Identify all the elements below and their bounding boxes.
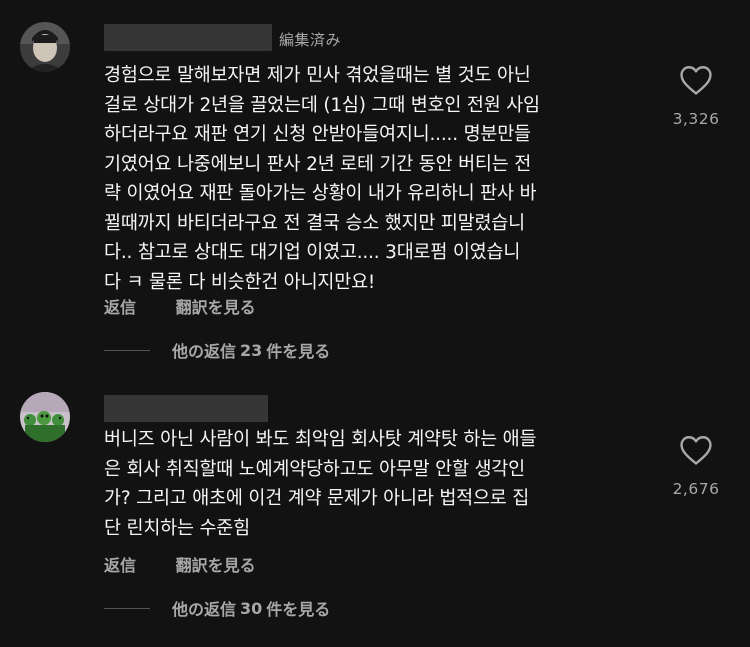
view-replies-count: 23 (240, 340, 263, 360)
view-replies-prefix: 他の返信 (172, 600, 237, 619)
heart-outline-icon[interactable] (679, 64, 713, 96)
comment-line: 은 회사 취직할때 노예계약당하고도 아무말 안할 생각인 (104, 458, 525, 480)
view-replies-suffix: 件を見る (266, 600, 331, 619)
comment-actions: 返信 翻訳を見る (104, 294, 290, 318)
view-replies-count: 30 (240, 598, 263, 618)
comment-line: 략 이였어요 재판 돌아가는 상황이 내가 유리하니 판사 바 (104, 183, 537, 204)
heart-outline-icon[interactable] (679, 434, 713, 466)
comment-line: 하더라구요 재판 연기 신청 안받아들여지니..... 명분만들 (104, 124, 531, 145)
comment-line: 다.. 참고로 상대도 대기업 이였고.... 3대로펌 이였습니 (104, 242, 521, 263)
view-replies-button[interactable]: 他の返信 30 件を見る (104, 596, 330, 620)
comment-text: 버니즈 아닌 사람이 봐도 최악임 회사탓 계약탓 하는 애들 은 회사 취직할… (104, 425, 644, 543)
divider (104, 607, 150, 609)
comment-line: 단 린치하는 수준힘 (104, 517, 250, 539)
translate-button[interactable]: 翻訳を見る (176, 298, 256, 317)
user-photo-icon (20, 22, 70, 72)
reply-button[interactable]: 返信 (104, 298, 136, 317)
divider (104, 349, 150, 351)
comment-line: 뀔때까지 바티더라구요 전 결국 승소 했지만 피말렸습니 (104, 212, 525, 234)
comment-line: 걸로 상대가 2년을 끌었는데 (1심) 그때 변호인 전원 사임 (104, 94, 540, 116)
group-photo-icon (20, 392, 70, 442)
translate-button[interactable]: 翻訳を見る (176, 556, 256, 575)
avatar[interactable] (20, 22, 70, 72)
comment-actions: 返信 翻訳を見る (104, 552, 290, 576)
username-redacted[interactable] (104, 395, 268, 422)
view-replies-button[interactable]: 他の返信 23 件を見る (104, 338, 330, 362)
view-replies-prefix: 他の返信 (172, 342, 237, 361)
like-button[interactable]: 3,326 (660, 64, 732, 128)
comment-line: 다 ㅋ 물론 다 비슷한건 아니지만요! (104, 271, 376, 293)
comment-line: 가? 그리고 애초에 이건 계약 문제가 아니라 법적으로 집 (104, 488, 530, 509)
comment-line: 버니즈 아닌 사람이 봐도 최악임 회사탓 계약탓 하는 애들 (104, 429, 537, 450)
comment-line: 경험으로 말해보자면 제가 민사 겪었을때는 별 것도 아닌 (104, 65, 531, 86)
like-count: 2,676 (672, 480, 720, 498)
reply-button[interactable]: 返信 (104, 556, 136, 575)
username-redacted[interactable] (104, 24, 272, 51)
avatar[interactable] (20, 392, 70, 442)
edited-label: 編集済み (279, 31, 342, 49)
comment-line: 기였어요 나중에보니 판사 2년 로테 기간 동안 버티는 전 (104, 153, 532, 175)
comment-text: 경험으로 말해보자면 제가 민사 겪었을때는 별 것도 아닌 걸로 상대가 2년… (104, 61, 644, 297)
like-count: 3,326 (672, 110, 720, 128)
view-replies-suffix: 件を見る (266, 342, 331, 361)
like-button[interactable]: 2,676 (660, 434, 732, 498)
